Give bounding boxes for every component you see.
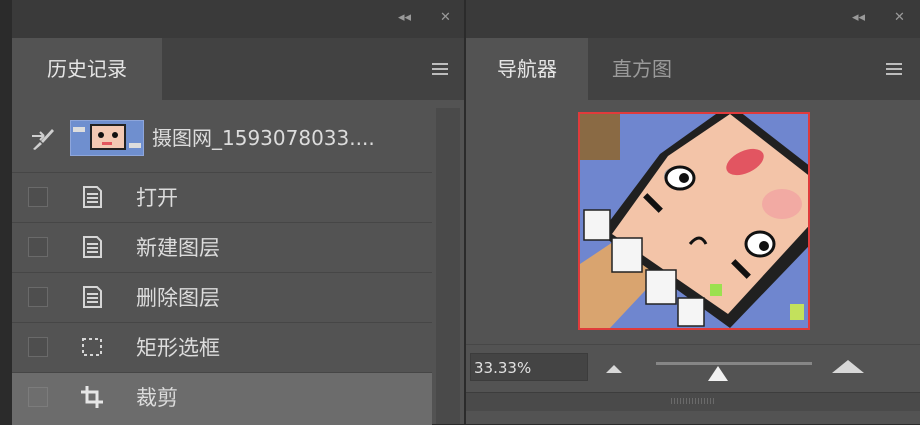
panel-menu-icon[interactable] — [432, 63, 448, 78]
document-icon — [83, 286, 102, 308]
panel-menu-icon[interactable] — [886, 63, 902, 78]
history-brush-source-checkbox[interactable] — [28, 387, 48, 407]
tab-histogram[interactable]: 直方图 — [588, 38, 696, 100]
snapshot-label: 摄图网_1593078033.... — [152, 126, 375, 150]
navigator-tab-bar: 导航器 直方图 — [466, 38, 920, 100]
resize-grip-icon[interactable] — [671, 398, 715, 404]
history-item-label: 删除图层 — [136, 286, 220, 310]
history-item-open[interactable]: 打开 — [12, 172, 432, 221]
zoom-slider-track[interactable] — [656, 362, 812, 365]
close-panel-button[interactable]: ✕ — [440, 10, 451, 26]
history-item-crop[interactable]: 裁剪 — [12, 372, 432, 425]
history-brush-source-checkbox[interactable] — [28, 287, 48, 307]
history-item-delete-layer[interactable]: 删除图层 — [12, 272, 432, 321]
collapse-panel-button[interactable]: ◂◂ — [398, 10, 411, 26]
history-item-label: 新建图层 — [136, 236, 220, 260]
history-tab-bar: 历史记录 — [12, 38, 464, 100]
panel-resize-bar[interactable] — [466, 392, 920, 411]
zoom-slider-thumb[interactable] — [708, 366, 729, 381]
history-panel-header: ◂◂ ✕ — [12, 0, 464, 38]
crop-icon — [81, 386, 103, 408]
snapshot-thumbnail — [70, 120, 144, 156]
collapse-panel-button[interactable]: ◂◂ — [852, 10, 865, 26]
history-item-label: 打开 — [136, 186, 178, 210]
history-item-label: 裁剪 — [136, 386, 178, 410]
history-brush-source-checkbox[interactable] — [28, 187, 48, 207]
navigator-zoom-bar: 33.33% — [466, 344, 920, 389]
history-item-label: 矩形选框 — [136, 336, 220, 360]
history-brush-source-checkbox[interactable] — [28, 237, 48, 257]
zoom-out-icon[interactable] — [606, 365, 622, 373]
marquee-icon — [82, 338, 102, 356]
navigator-panel: ◂◂ ✕ 导航器 直方图 33.33% — [466, 0, 920, 424]
history-brush-source-checkbox[interactable] — [28, 337, 48, 357]
document-icon — [83, 186, 102, 208]
history-scrollbar[interactable] — [436, 108, 460, 424]
navigator-preview[interactable] — [578, 112, 810, 330]
history-snapshot[interactable]: 摄图网_1593078033.... — [12, 108, 432, 166]
zoom-in-icon[interactable] — [832, 360, 864, 373]
tab-navigator[interactable]: 导航器 — [466, 38, 588, 100]
document-icon — [83, 236, 102, 258]
brush-icon[interactable] — [30, 126, 56, 152]
history-panel: ◂◂ ✕ 历史记录 摄图网_1593078033.... 打开 新建图层 删除图… — [12, 0, 464, 425]
zoom-percent-field[interactable]: 33.33% — [470, 353, 588, 381]
navigator-panel-header: ◂◂ ✕ — [466, 0, 920, 38]
tab-history[interactable]: 历史记录 — [12, 38, 162, 100]
navigator-image — [580, 114, 808, 328]
history-item-rect-marquee[interactable]: 矩形选框 — [12, 322, 432, 371]
history-item-new-layer[interactable]: 新建图层 — [12, 222, 432, 271]
close-panel-button[interactable]: ✕ — [894, 10, 905, 26]
